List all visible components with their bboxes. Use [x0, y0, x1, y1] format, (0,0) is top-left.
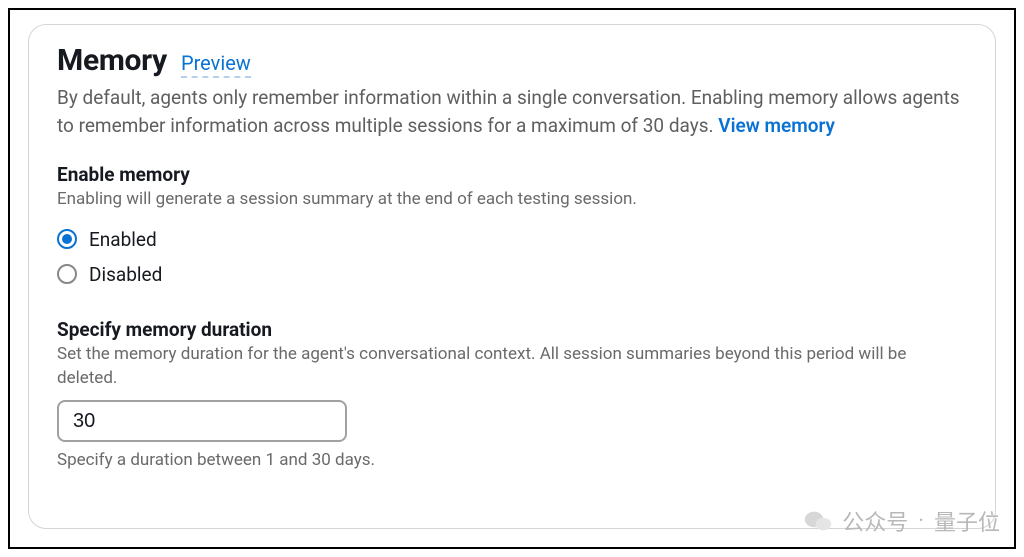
- enable-memory-label: Enable memory: [57, 163, 967, 186]
- settings-panel-frame: Memory Preview By default, agents only r…: [8, 8, 1016, 549]
- enable-memory-radio-group: Enabled Disabled: [57, 222, 967, 292]
- memory-duration-input[interactable]: [57, 400, 347, 442]
- card-header: Memory Preview: [57, 43, 967, 78]
- card-description: By default, agents only remember informa…: [57, 84, 967, 139]
- radio-label-disabled: Disabled: [89, 263, 162, 286]
- memory-duration-label: Specify memory duration: [57, 318, 967, 341]
- enable-memory-sublabel: Enabling will generate a session summary…: [57, 188, 967, 212]
- view-memory-link[interactable]: View memory: [718, 114, 835, 137]
- memory-duration-sublabel: Set the memory duration for the agent's …: [57, 343, 967, 391]
- radio-option-enabled[interactable]: Enabled: [57, 222, 967, 257]
- radio-unchecked-icon: [57, 264, 77, 284]
- radio-checked-icon: [57, 229, 77, 249]
- radio-option-disabled[interactable]: Disabled: [57, 257, 967, 292]
- preview-badge-link[interactable]: Preview: [181, 51, 251, 78]
- memory-duration-hint: Specify a duration between 1 and 30 days…: [57, 450, 967, 470]
- card-title: Memory: [57, 43, 167, 78]
- memory-settings-card: Memory Preview By default, agents only r…: [28, 24, 996, 529]
- radio-label-enabled: Enabled: [89, 228, 157, 251]
- enable-memory-section: Enable memory Enabling will generate a s…: [57, 163, 967, 292]
- memory-duration-section: Specify memory duration Set the memory d…: [57, 318, 967, 471]
